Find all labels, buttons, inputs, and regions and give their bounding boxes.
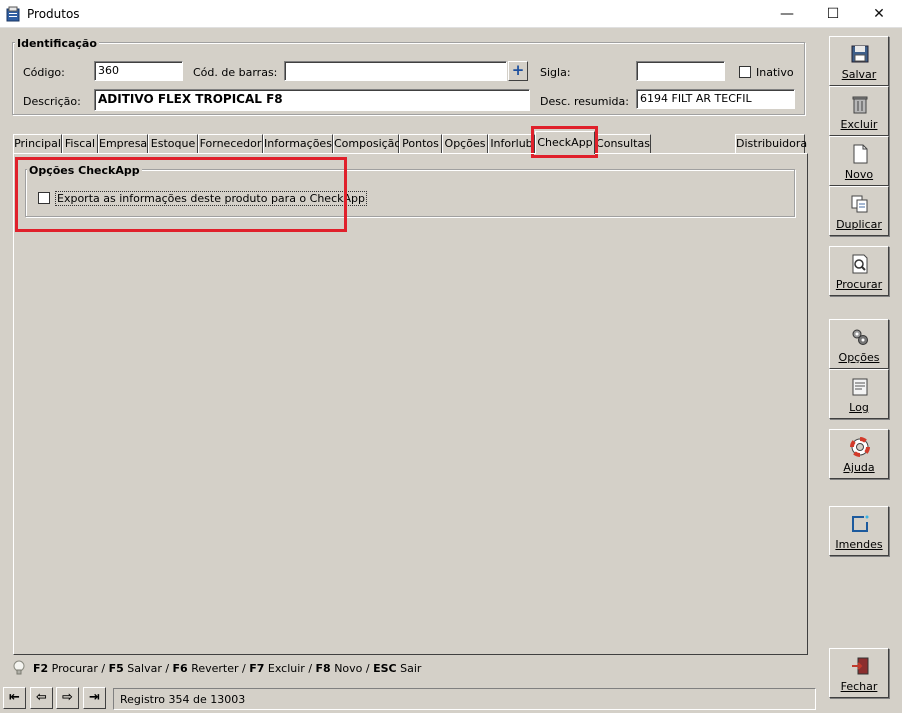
procurar-label: Procurar [835,278,883,291]
first-record-button[interactable]: ⇤ [3,687,26,709]
tab-empresa[interactable]: Empresa [98,134,148,153]
app-icon [6,6,20,22]
tab-distribuidora[interactable]: Distribuidora [735,134,807,153]
tab-strip: Principal Fiscal Empresa Estoque Fornece… [13,131,808,154]
tab-opcoes[interactable]: Opções [442,134,488,153]
tab-informacoes[interactable]: Informações [263,134,333,153]
desc-resumida-label: Desc. resumida: [540,95,629,108]
lightbulb-icon [13,660,25,675]
tab-checkapp[interactable]: CheckApp [535,131,595,154]
fechar-label: Fechar [840,680,878,693]
next-record-button[interactable]: ⇨ [56,687,79,709]
ajuda-button[interactable]: Ajuda [829,429,889,479]
log-button[interactable]: Log [829,369,889,419]
identificacao-legend: Identificação [15,37,99,50]
tab-estoque[interactable]: Estoque [148,134,198,153]
procurar-button[interactable]: Procurar [829,246,889,296]
lifebuoy-icon [850,437,870,457]
last-record-button[interactable]: ⇥ [83,687,106,709]
client-area: Identificação Código: 360 Cód. de barras… [0,28,902,713]
prev-record-button[interactable]: ⇦ [30,687,53,709]
duplicate-icon [851,195,868,213]
fechar-button[interactable]: Fechar [829,648,889,698]
title-bar: Produtos — ☐ ✕ [0,0,902,28]
tab-consultas[interactable]: Consultas [595,134,651,153]
maximize-button[interactable]: ☐ [810,0,856,28]
opcoes-label: Opções [838,351,880,364]
novo-button[interactable]: Novo [829,136,889,186]
ajuda-label: Ajuda [843,461,875,474]
sigla-label: Sigla: [540,66,571,79]
duplicar-label: Duplicar [836,218,882,231]
tab-pontos[interactable]: Pontos [399,134,442,153]
desc-resumida-field[interactable]: 6194 FILT AR TECFIL [636,89,795,109]
excluir-button[interactable]: Excluir [829,86,889,136]
log-label: Log [849,401,869,414]
tab-fornecedor[interactable]: Fornecedor [198,134,263,153]
salvar-button[interactable]: Salvar [829,36,889,86]
imendes-logo-icon [852,515,869,532]
imendes-button[interactable]: Imendes [829,506,889,556]
gears-icon [852,329,868,345]
minimize-button[interactable]: — [764,0,810,28]
excluir-label: Excluir [840,118,878,131]
add-barcode-button[interactable]: + [508,61,528,81]
tab-fiscal[interactable]: Fiscal [62,134,98,153]
inativo-label: Inativo [756,66,794,79]
exit-door-icon [852,657,869,675]
close-window-button[interactable]: ✕ [856,0,902,28]
window-title: Produtos [27,7,80,21]
shortcut-text: F2 Procurar / F5 Salvar / F6 Reverter / … [33,662,422,675]
codigo-label: Código: [23,66,65,79]
salvar-label: Salvar [841,68,877,81]
record-status: Registro 354 de 13003 [113,688,816,710]
search-icon [852,254,868,274]
imendes-label: Imendes [835,538,883,551]
novo-label: Novo [844,168,874,181]
log-document-icon [852,378,868,396]
opcoes-button[interactable]: Opções [829,319,889,369]
descricao-field[interactable]: ADITIVO FLEX TROPICAL F8 [94,89,530,111]
inativo-checkbox[interactable] [739,66,751,78]
action-sidebar: Salvar Excluir Novo Duplicar Procurar Op… [818,28,902,713]
barras-label: Cód. de barras: [193,66,278,79]
checkapp-options-highlight [15,157,347,232]
new-document-icon [853,144,868,164]
duplicar-button[interactable]: Duplicar [829,186,889,236]
barras-field[interactable] [284,61,507,81]
codigo-field[interactable]: 360 [94,61,183,81]
descricao-label: Descrição: [23,95,81,108]
tab-principal[interactable]: Principal [13,134,62,153]
floppy-disk-icon [851,45,869,63]
trash-icon [852,96,868,114]
tab-inforlub[interactable]: Inforlub [488,134,535,153]
sigla-field[interactable] [636,61,725,81]
tab-composicao[interactable]: Composição [333,134,401,153]
